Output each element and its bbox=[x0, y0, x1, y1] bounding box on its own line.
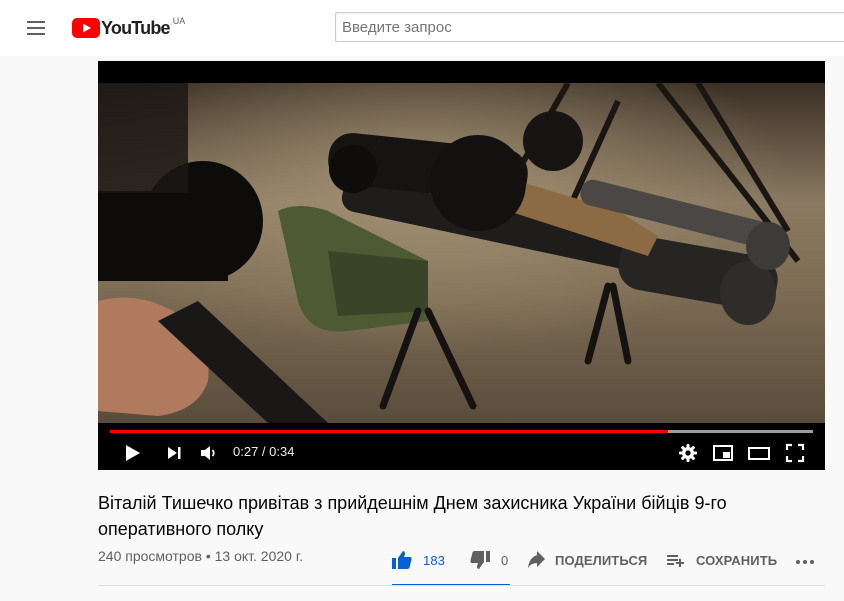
share-icon bbox=[528, 551, 545, 568]
more-horiz-icon bbox=[796, 560, 814, 564]
logo-text: YouTube bbox=[101, 18, 171, 38]
video-info: 240 просмотров • 13 окт. 2020 г. bbox=[98, 548, 303, 564]
play-icon[interactable] bbox=[122, 441, 144, 465]
next-icon[interactable] bbox=[164, 441, 184, 465]
more-actions-button[interactable] bbox=[793, 546, 817, 574]
save-button[interactable]: СОХРАНИТЬ bbox=[665, 546, 777, 574]
search-input[interactable] bbox=[336, 13, 844, 41]
info-divider bbox=[98, 585, 825, 586]
playlist-add-icon bbox=[667, 555, 684, 567]
volume-icon[interactable] bbox=[198, 441, 220, 465]
dislike-count: 0 bbox=[501, 552, 509, 568]
miniplayer-icon[interactable] bbox=[711, 441, 735, 465]
logo-country-code: UA bbox=[172, 16, 186, 26]
masthead: YouTube UA bbox=[0, 0, 844, 56]
info-separator: • bbox=[205, 548, 211, 564]
youtube-logo-icon bbox=[72, 18, 100, 38]
video-frame bbox=[98, 61, 825, 470]
fullscreen-icon[interactable] bbox=[784, 441, 806, 465]
video-title: Віталій Тишечко привітав з прийдешнім Дн… bbox=[98, 493, 727, 539]
youtube-logo[interactable]: YouTube UA bbox=[72, 16, 185, 40]
settings-icon[interactable] bbox=[676, 441, 700, 465]
view-count: 240 просмотров bbox=[98, 548, 202, 564]
publish-date: 13 окт. 2020 г. bbox=[214, 548, 304, 564]
share-label: ПОДЕЛИТЬСЯ bbox=[555, 552, 648, 568]
progress-played bbox=[110, 430, 669, 433]
search-box bbox=[335, 12, 844, 42]
dislike-button[interactable]: 0 bbox=[468, 546, 508, 574]
menu-icon[interactable] bbox=[24, 16, 48, 40]
video-player[interactable]: 0:27 / 0:34 bbox=[98, 61, 825, 470]
like-button[interactable]: 183 bbox=[390, 546, 445, 574]
thumb-down-icon bbox=[470, 551, 490, 569]
share-button[interactable]: ПОДЕЛИТЬСЯ bbox=[526, 546, 647, 574]
theater-icon[interactable] bbox=[747, 441, 771, 465]
save-label: СОХРАНИТЬ bbox=[696, 552, 778, 568]
like-count: 183 bbox=[423, 552, 445, 568]
thumb-up-icon bbox=[392, 551, 412, 569]
time-display: 0:27 / 0:34 bbox=[233, 444, 295, 459]
progress-bar[interactable] bbox=[110, 430, 813, 433]
